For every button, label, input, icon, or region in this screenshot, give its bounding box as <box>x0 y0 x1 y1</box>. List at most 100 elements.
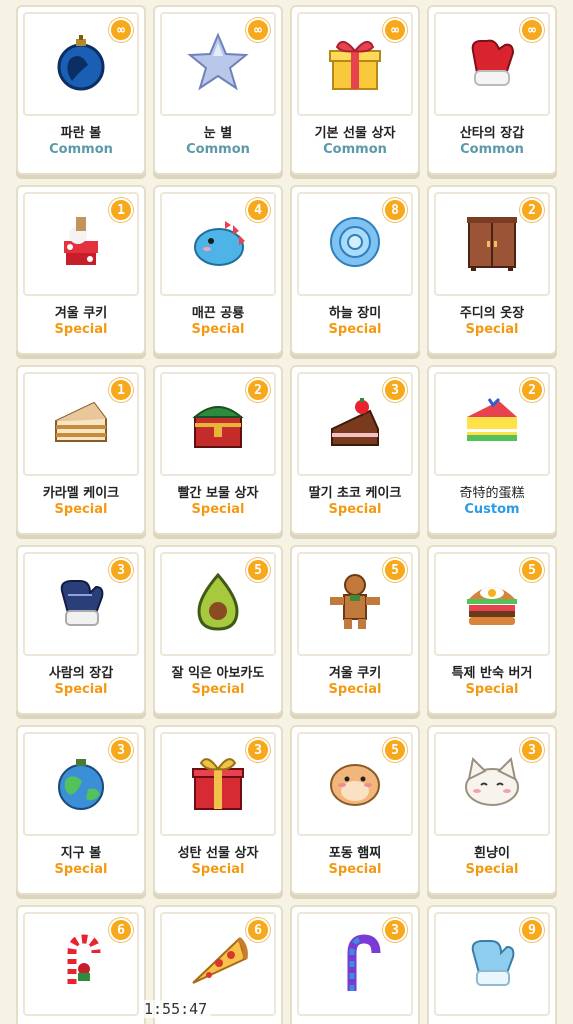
item-card[interactable]: ∞ 기본 선물 상자 Common <box>290 5 420 175</box>
count-badge: 1 <box>109 378 133 402</box>
item-rarity: Special <box>465 862 519 877</box>
item-rarity: Special <box>328 322 382 337</box>
gingerbread-man-icon <box>322 569 388 639</box>
item-thumbnail: 6 <box>23 912 139 1016</box>
yellow-gift-box-icon <box>322 29 388 99</box>
count-badge: 5 <box>383 738 407 762</box>
item-thumbnail: 4 <box>160 192 276 296</box>
count-badge: 8 <box>383 198 407 222</box>
item-card[interactable]: 6 <box>16 905 146 1024</box>
count-badge: 5 <box>520 558 544 582</box>
item-card[interactable]: 5 포동 햄찌 Special <box>290 725 420 895</box>
count-badge: ∞ <box>383 18 407 42</box>
count-badge: 3 <box>246 738 270 762</box>
count-badge: 3 <box>109 558 133 582</box>
item-card[interactable]: 4 매끈 공룡 Special <box>153 185 283 355</box>
light-blue-mitten-icon <box>459 929 525 999</box>
item-card[interactable]: 5 겨울 쿠키 Special <box>290 545 420 715</box>
item-name: 하늘 장미 <box>328 306 382 321</box>
item-card[interactable]: 3 흰냥이 Special <box>427 725 557 895</box>
item-card[interactable]: 1 겨울 쿠키 Special <box>16 185 146 355</box>
item-rarity: Special <box>191 502 245 517</box>
item-rarity: Special <box>465 682 519 697</box>
item-thumbnail: 5 <box>160 552 276 656</box>
item-card[interactable]: ∞ 눈 별 Common <box>153 5 283 175</box>
item-thumbnail: 2 <box>434 372 550 476</box>
item-thumbnail: 3 <box>23 552 139 656</box>
item-thumbnail: 3 <box>297 372 413 476</box>
item-thumbnail: 3 <box>23 732 139 836</box>
item-thumbnail: 9 <box>434 912 550 1016</box>
item-card[interactable]: 2 빨간 보물 상자 Special <box>153 365 283 535</box>
item-grid: ∞ 파란 볼 Common ∞ 눈 별 Common ∞ 기본 선물 상자 Common ∞ 산타의… <box>16 5 557 1024</box>
count-badge: 3 <box>520 738 544 762</box>
item-card[interactable]: 2 주디의 옷장 Special <box>427 185 557 355</box>
count-badge: 3 <box>383 918 407 942</box>
item-name: 특제 반숙 버거 <box>451 666 533 681</box>
red-treasure-chest-icon <box>185 389 251 459</box>
item-card[interactable]: 3 성탄 선물 상자 Special <box>153 725 283 895</box>
item-thumbnail: 1 <box>23 372 139 476</box>
item-rarity: Special <box>54 502 108 517</box>
item-rarity: Special <box>54 322 108 337</box>
item-card[interactable]: 3 지구 볼 Special <box>16 725 146 895</box>
item-name: 빨간 보물 상자 <box>177 486 259 501</box>
snow-star-icon <box>185 29 251 99</box>
avocado-icon <box>185 569 251 639</box>
count-badge: 5 <box>383 558 407 582</box>
count-badge: 2 <box>520 378 544 402</box>
count-badge: 3 <box>383 378 407 402</box>
blue-ornament-icon <box>48 29 114 99</box>
item-name: 奇特的蛋糕 <box>459 486 525 501</box>
item-card[interactable]: 5 특제 반숙 버거 Special <box>427 545 557 715</box>
item-name: 기본 선물 상자 <box>314 126 396 141</box>
count-badge: 6 <box>246 918 270 942</box>
item-name: 눈 별 <box>203 126 233 141</box>
item-name: 매끈 공룡 <box>191 306 245 321</box>
count-badge: ∞ <box>109 18 133 42</box>
item-thumbnail: ∞ <box>23 12 139 116</box>
wardrobe-icon <box>459 209 525 279</box>
item-card[interactable]: 3 <box>290 905 420 1024</box>
item-rarity: Common <box>460 142 524 157</box>
item-rarity: Special <box>328 502 382 517</box>
item-rarity: Special <box>191 322 245 337</box>
item-card[interactable]: 3 사람의 장갑 Special <box>16 545 146 715</box>
item-card[interactable]: 3 딸기 초코 케이크 Special <box>290 365 420 535</box>
item-thumbnail: 3 <box>160 732 276 836</box>
burger-icon <box>459 569 525 639</box>
item-card[interactable]: ∞ 산타의 장갑 Common <box>427 5 557 175</box>
count-badge: ∞ <box>520 18 544 42</box>
item-card[interactable]: 2 奇特的蛋糕 Custom <box>427 365 557 535</box>
item-card[interactable]: 1 카라멜 케이크 Special <box>16 365 146 535</box>
item-thumbnail: ∞ <box>434 12 550 116</box>
candy-cane-icon <box>48 929 114 999</box>
item-card[interactable]: 9 <box>427 905 557 1024</box>
item-name: 흰냥이 <box>474 846 510 861</box>
item-rarity: Common <box>186 142 250 157</box>
santa-mitten-icon <box>459 29 525 99</box>
item-name: 지구 볼 <box>60 846 102 861</box>
rainbow-candy-cane-icon <box>322 929 388 999</box>
item-rarity: Custom <box>464 502 520 517</box>
item-thumbnail: 2 <box>160 372 276 476</box>
item-card[interactable]: ∞ 파란 볼 Common <box>16 5 146 175</box>
count-badge: 9 <box>520 918 544 942</box>
blue-rose-icon <box>322 209 388 279</box>
white-cat-icon <box>459 749 525 819</box>
item-rarity: Special <box>328 682 382 697</box>
item-card[interactable]: 5 잘 익은 아보카도 Special <box>153 545 283 715</box>
hamster-icon <box>322 749 388 819</box>
item-name: 산타의 장갑 <box>459 126 525 141</box>
count-badge: 3 <box>109 738 133 762</box>
item-rarity: Special <box>191 682 245 697</box>
count-badge: ∞ <box>246 18 270 42</box>
item-card[interactable]: 8 하늘 장미 Special <box>290 185 420 355</box>
item-name: 잘 익은 아보카도 <box>171 666 265 681</box>
item-thumbnail: 3 <box>434 732 550 836</box>
item-name: 딸기 초코 케이크 <box>308 486 402 501</box>
item-name: 카라멜 케이크 <box>42 486 120 501</box>
earth-ornament-icon <box>48 749 114 819</box>
item-name: 성탄 선물 상자 <box>177 846 259 861</box>
caramel-cake-icon <box>48 389 114 459</box>
